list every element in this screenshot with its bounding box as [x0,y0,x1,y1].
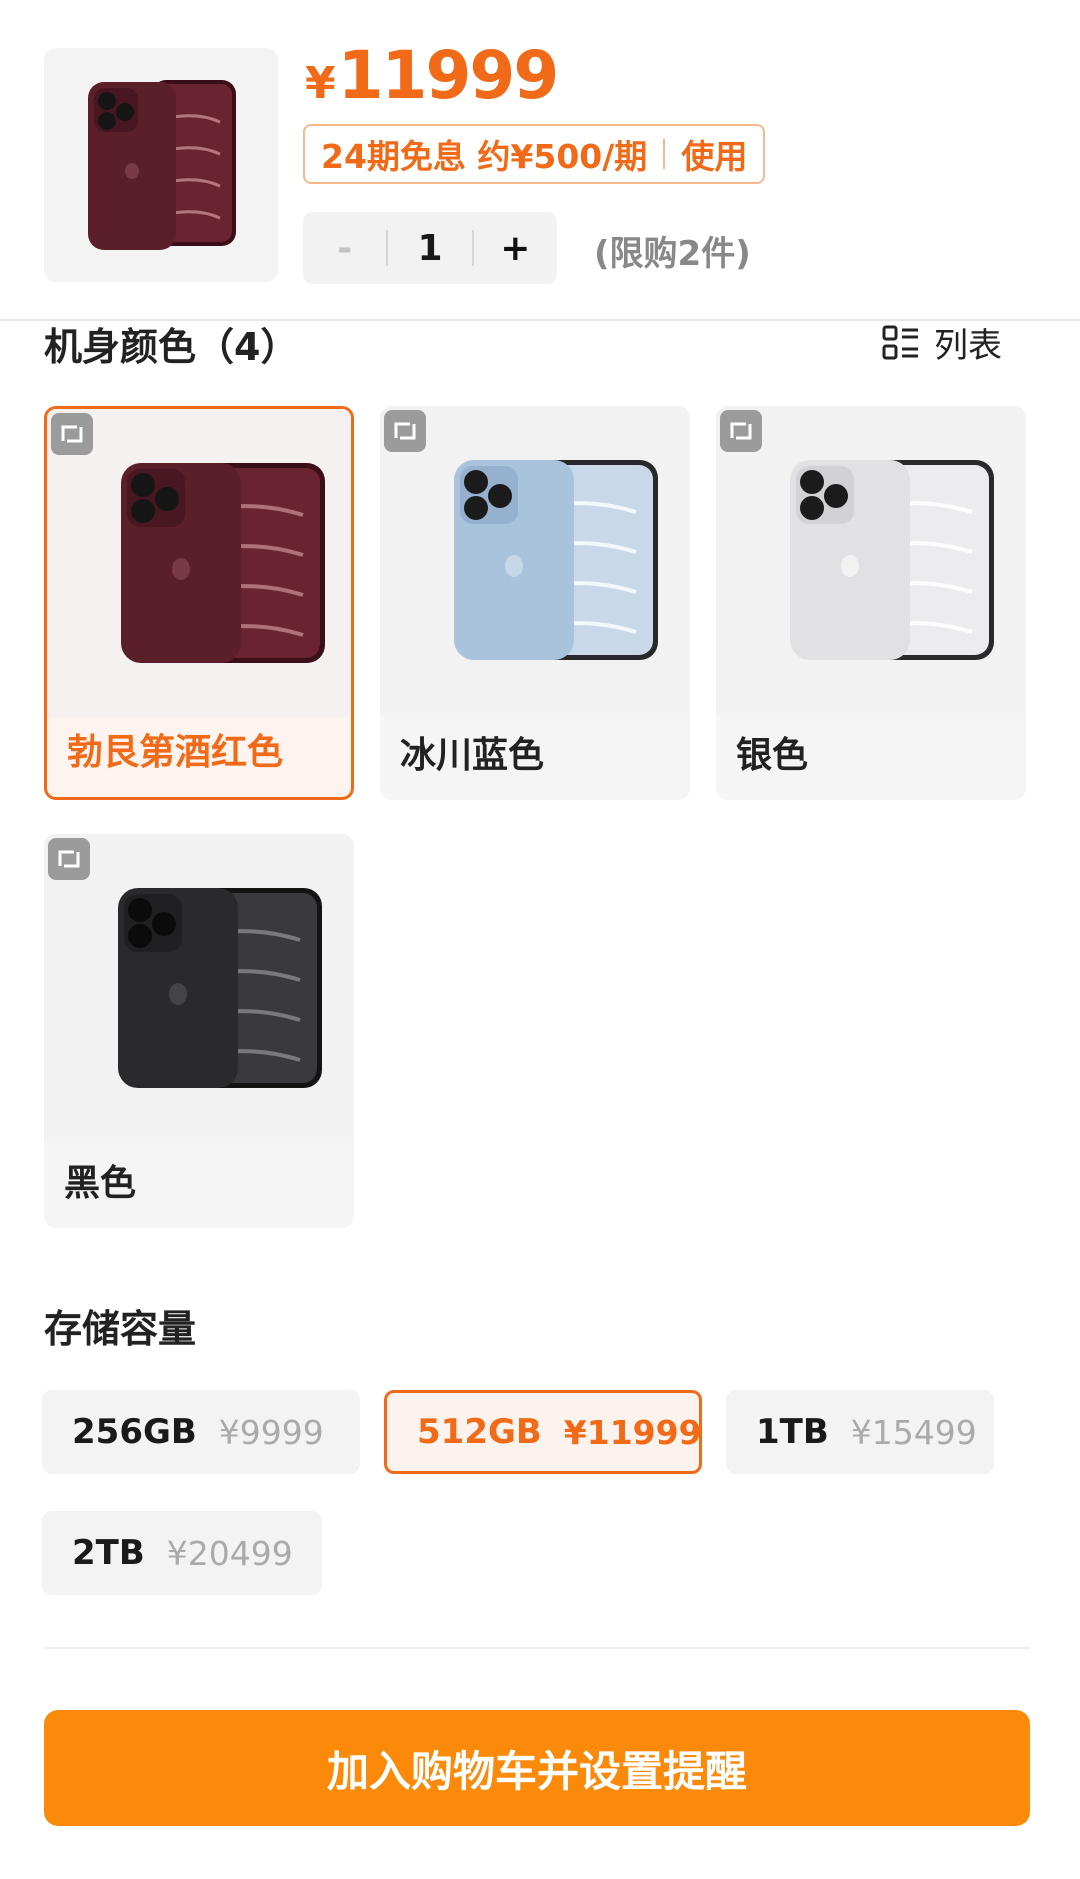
storage-capacity: 256GB [72,1412,197,1452]
zoom-icon[interactable] [720,410,762,452]
color-option-burgundy[interactable]: 勃艮第酒红色 [44,406,354,800]
list-view-toggle[interactable]: 列表 [882,318,1002,367]
color-option-glacier-blue[interactable]: 冰川蓝色 [380,406,690,800]
color-option-black[interactable]: 黑色 [44,834,354,1228]
zoom-icon[interactable] [384,410,426,452]
phone-image-burgundy [88,80,236,250]
storage-price: ¥15499 [850,1412,977,1452]
currency-symbol: ¥ [305,58,336,109]
add-to-cart-reminder-button[interactable]: 加入购物车并设置提醒 [44,1710,1030,1826]
quantity-increase-button[interactable]: + [474,228,557,269]
phone-image-black [118,888,322,1088]
color-option-image [47,409,351,717]
installment-use-link[interactable]: 使用 [681,130,747,178]
storage-capacity: 2TB [72,1533,145,1573]
storage-price: ¥9999 [218,1412,324,1452]
phone-image-blue [454,460,658,660]
storage-option-512gb[interactable]: 512GB ¥11999 [384,1390,702,1474]
installment-text: 24期免息 约¥500/期 [321,137,648,176]
storage-option-1tb[interactable]: 1TB ¥15499 [726,1390,994,1474]
installment-divider [663,139,666,169]
quantity-value[interactable]: 1 [388,228,471,269]
color-option-image [716,406,1026,714]
storage-option-2tb[interactable]: 2TB ¥20499 [42,1511,322,1595]
color-option-image [380,406,690,714]
product-thumbnail [44,48,278,282]
storage-section-title: 存储容量 [44,1307,197,1351]
storage-price: ¥20499 [166,1533,293,1573]
storage-capacity: 1TB [756,1412,829,1452]
product-price: ¥11999 [305,36,560,124]
color-option-label: 黑色 [64,1163,137,1204]
phone-image-silver [790,460,994,660]
storage-capacity: 512GB [417,1412,542,1452]
storage-option-256gb[interactable]: 256GB ¥9999 [42,1390,360,1474]
footer-divider [44,1647,1030,1649]
color-option-image [44,834,354,1142]
color-option-label: 银色 [736,735,809,776]
quantity-stepper: - 1 + [303,212,557,284]
quantity-decrease-button[interactable]: - [303,228,386,269]
zoom-icon[interactable] [48,838,90,880]
installment-badge[interactable]: 24期免息 约¥500/期 使用 [303,124,766,184]
list-view-label: 列表 [934,326,1002,366]
price-value: 11999 [337,37,560,114]
color-option-label: 勃艮第酒红色 [67,732,284,773]
list-view-icon [882,325,918,359]
phone-image-burgundy [121,463,325,663]
color-section-title: 机身颜色（4） [44,325,299,369]
zoom-icon[interactable] [51,413,93,455]
purchase-limit-note: (限购2件) [594,234,751,274]
color-option-label: 冰川蓝色 [400,735,545,776]
color-option-silver[interactable]: 银色 [716,406,1026,800]
storage-price: ¥11999 [563,1412,702,1452]
